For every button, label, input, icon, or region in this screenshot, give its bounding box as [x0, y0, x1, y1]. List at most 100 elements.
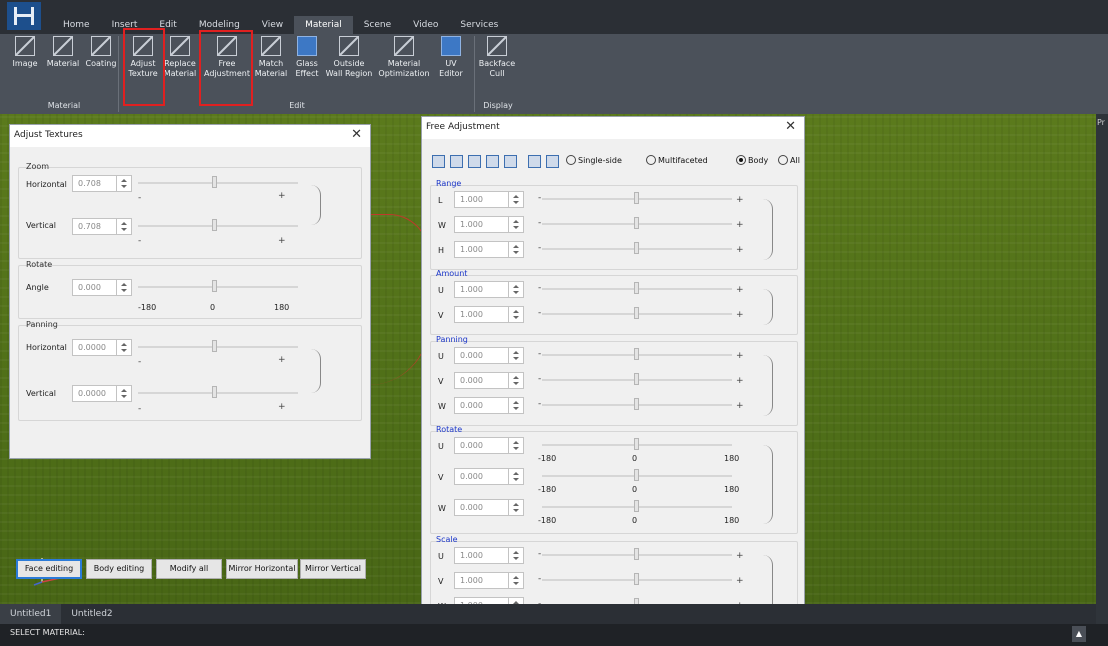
side-view-icon[interactable] [450, 155, 463, 168]
slider-thumb[interactable] [634, 500, 639, 512]
document-tab-untitled1[interactable]: Untitled1 [0, 604, 62, 624]
slider-thumb[interactable] [634, 469, 639, 481]
zoom-horizontal-spinner[interactable]: 0.708 [72, 175, 132, 192]
slider-thumb[interactable] [212, 280, 217, 292]
spin-arrows-icon[interactable] [508, 242, 523, 257]
scroll-up-icon[interactable]: ▲ [1072, 626, 1086, 642]
link-bracket-icon[interactable] [758, 355, 773, 416]
backface-cull-button[interactable]: Backface Cull [478, 36, 516, 79]
uv-editor-button[interactable]: UV Editor [436, 36, 466, 79]
amount-spinner[interactable]: 1.000 [454, 281, 524, 298]
rotate-spinner[interactable]: 0.000 [454, 437, 524, 454]
slider-thumb[interactable] [634, 217, 639, 229]
replace-material-button[interactable]: Replace Material [161, 36, 199, 79]
panning-slider[interactable] [542, 397, 732, 413]
spin-arrows-icon[interactable] [508, 217, 523, 232]
close-icon[interactable]: ✕ [351, 127, 362, 142]
scale-slider[interactable] [542, 547, 732, 563]
spin-arrows-icon[interactable] [116, 280, 131, 295]
spin-arrows-icon[interactable] [116, 219, 131, 234]
slider-thumb[interactable] [634, 192, 639, 204]
material-optimization-button[interactable]: Material Optimization [378, 36, 430, 79]
modify-all-button[interactable]: Modify all [156, 559, 222, 579]
face-editing-button[interactable]: Face editing [16, 559, 82, 579]
slider-thumb[interactable] [634, 398, 639, 410]
slider-thumb[interactable] [634, 548, 639, 560]
tab-scene[interactable]: Scene [353, 16, 402, 34]
tab-video[interactable]: Video [402, 16, 449, 34]
slider-thumb[interactable] [634, 307, 639, 319]
material-tool-button[interactable]: Material [44, 36, 82, 69]
mirror-vertical-button[interactable]: Mirror Vertical [300, 559, 366, 579]
rotate-spinner[interactable]: 0.000 [454, 468, 524, 485]
spin-arrows-icon[interactable] [508, 348, 523, 363]
radio-multifaceted[interactable]: Multifaceted [646, 155, 708, 165]
range-spinner[interactable]: 1.000 [454, 241, 524, 258]
range-slider[interactable] [542, 216, 732, 232]
spin-arrows-icon[interactable] [116, 386, 131, 401]
panning-spinner[interactable]: 0.000 [454, 372, 524, 389]
right-panel-strip[interactable]: Pr [1096, 114, 1108, 646]
radio-circle-icon[interactable] [736, 155, 746, 165]
spin-arrows-icon[interactable] [508, 500, 523, 515]
body-editing-button[interactable]: Body editing [86, 559, 152, 579]
spin-arrows-icon[interactable] [508, 438, 523, 453]
angle-spinner[interactable]: 0.000 [72, 279, 132, 296]
spin-arrows-icon[interactable] [508, 469, 523, 484]
spin-arrows-icon[interactable] [508, 282, 523, 297]
slider-thumb[interactable] [212, 219, 217, 231]
panning-horizontal-spinner[interactable]: 0.0000 [72, 339, 132, 356]
range-slider[interactable] [542, 241, 732, 257]
slider-thumb[interactable] [212, 340, 217, 352]
panning-vertical-spinner[interactable]: 0.0000 [72, 385, 132, 402]
amount-spinner[interactable]: 1.000 [454, 306, 524, 323]
tab-material[interactable]: Material [294, 16, 353, 34]
rotate-spinner[interactable]: 0.000 [454, 499, 524, 516]
scale-spinner[interactable]: 1.000 [454, 572, 524, 589]
spin-arrows-icon[interactable] [508, 398, 523, 413]
document-tab-untitled2[interactable]: Untitled2 [61, 604, 122, 624]
split-icon[interactable] [546, 155, 559, 168]
spin-arrows-icon[interactable] [508, 373, 523, 388]
rotate-slider[interactable] [542, 499, 732, 515]
spin-arrows-icon[interactable] [116, 176, 131, 191]
amount-slider[interactable] [542, 281, 732, 297]
coating-tool-button[interactable]: Coating [84, 36, 118, 69]
tab-services[interactable]: Services [449, 16, 509, 34]
scale-spinner[interactable]: 1.000 [454, 547, 524, 564]
link-bracket-icon[interactable] [758, 445, 773, 524]
slider-thumb[interactable] [634, 242, 639, 254]
slider-thumb[interactable] [634, 348, 639, 360]
box-icon[interactable] [486, 155, 499, 168]
zoom-horizontal-slider[interactable] [138, 175, 298, 191]
link-bracket-icon[interactable] [306, 185, 321, 225]
panning-spinner[interactable]: 0.000 [454, 397, 524, 414]
sphere-icon[interactable] [504, 155, 517, 168]
glass-effect-button[interactable]: Glass Effect [292, 36, 322, 79]
slider-thumb[interactable] [212, 176, 217, 188]
tab-view[interactable]: View [251, 16, 294, 34]
spin-arrows-icon[interactable] [508, 192, 523, 207]
command-line[interactable]: SELECT MATERIAL: ▲ [0, 624, 1108, 646]
radio-circle-icon[interactable] [646, 155, 656, 165]
outside-wall-region-button[interactable]: Outside Wall Region [322, 36, 376, 79]
slider-thumb[interactable] [634, 373, 639, 385]
amount-slider[interactable] [542, 306, 732, 322]
match-material-button[interactable]: Match Material [253, 36, 289, 79]
panning-spinner[interactable]: 0.000 [454, 347, 524, 364]
slider-thumb[interactable] [634, 573, 639, 585]
range-slider[interactable] [542, 191, 732, 207]
rotate-slider[interactable] [542, 468, 732, 484]
range-spinner[interactable]: 1.000 [454, 216, 524, 233]
radio-all[interactable]: All [778, 155, 800, 165]
spin-arrows-icon[interactable] [116, 340, 131, 355]
link-bracket-icon[interactable] [758, 199, 773, 260]
panning-horizontal-slider[interactable] [138, 339, 298, 355]
link-bracket-icon[interactable] [306, 349, 321, 393]
cylinder-icon[interactable] [468, 155, 481, 168]
slider-thumb[interactable] [634, 438, 639, 450]
spin-arrows-icon[interactable] [508, 307, 523, 322]
panning-slider[interactable] [542, 347, 732, 363]
link-bracket-icon[interactable] [758, 289, 773, 325]
angle-slider[interactable] [138, 279, 298, 295]
